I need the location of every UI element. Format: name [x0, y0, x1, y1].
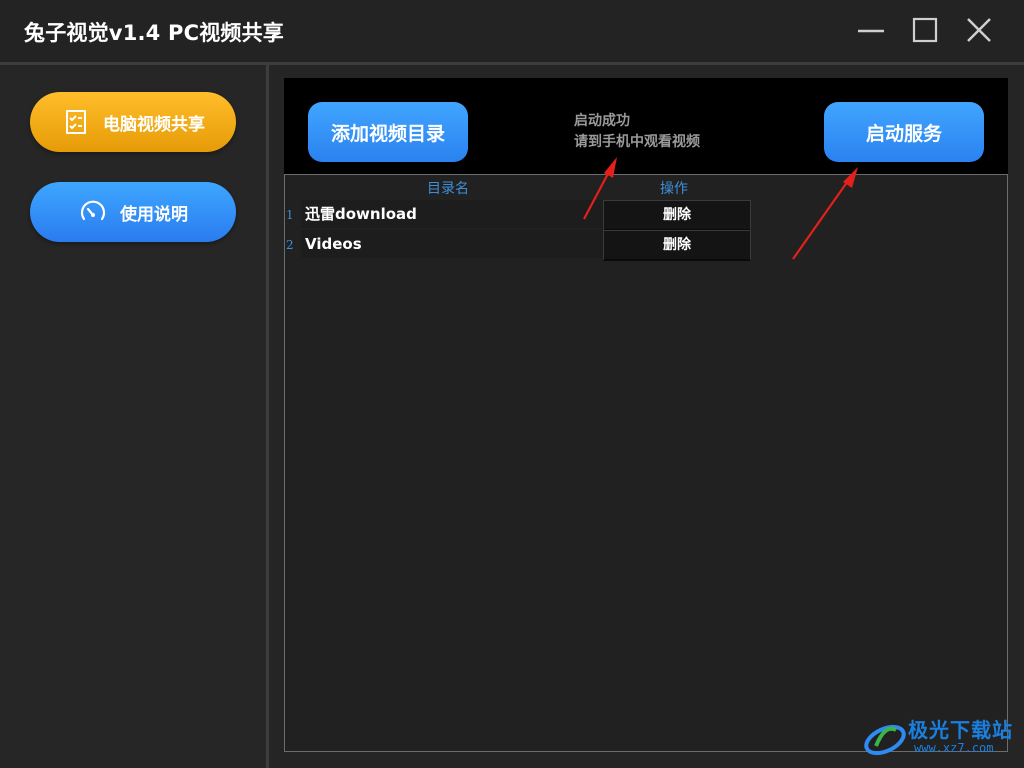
sidebar-item-label: 使用说明	[120, 204, 188, 225]
sidebar-item-instructions[interactable]: 使用说明	[30, 182, 236, 242]
maximize-button[interactable]	[908, 14, 942, 48]
directory-name[interactable]: Videos	[301, 230, 605, 258]
close-button[interactable]	[962, 14, 996, 48]
directory-name[interactable]: 迅雷download	[301, 200, 605, 228]
status-line: 启动成功	[574, 113, 630, 129]
delete-button[interactable]: 删除	[603, 230, 751, 261]
sidebar-item-label: 电脑视频共享	[103, 114, 205, 135]
add-video-directory-button[interactable]: 添加视频目录	[308, 102, 468, 162]
watermark-url: www.xz7.com	[914, 741, 994, 755]
start-service-button[interactable]: 启动服务	[824, 102, 984, 162]
sidebar-item-pc-video-share[interactable]: 电脑视频共享	[30, 92, 236, 152]
close-icon	[967, 18, 991, 42]
title-bar[interactable]: 兔子视觉v1.4 PC视频共享	[0, 0, 1024, 62]
status-line: 请到手机中观看视频	[574, 134, 700, 150]
table-row: 2 Videos 删除	[285, 230, 1007, 261]
checklist-icon	[66, 110, 86, 134]
watermark-text: 极光下载站	[908, 718, 1013, 742]
minimize-button[interactable]	[854, 14, 888, 48]
directory-list: 目录名 操作 1 迅雷download 删除 2 Videos 删除	[284, 174, 1008, 752]
sidebar-divider	[266, 65, 269, 768]
gauge-icon	[80, 200, 106, 221]
window-title: 兔子视觉v1.4 PC视频共享	[24, 21, 285, 45]
column-header-name: 目录名	[427, 181, 469, 197]
watermark-logo-icon	[864, 724, 906, 756]
status-message: 启动成功 请到手机中观看视频	[574, 111, 700, 153]
minimize-icon	[858, 29, 884, 33]
watermark: 极光下载站 www.xz7.com	[862, 714, 1018, 764]
toolbar: 添加视频目录 启动成功 请到手机中观看视频 启动服务	[284, 78, 1008, 174]
delete-button[interactable]: 删除	[603, 200, 751, 231]
table-row: 1 迅雷download 删除	[285, 200, 1007, 231]
app-window: 兔子视觉v1.4 PC视频共享 电脑视频共享 使用说明 添加视频目录 启动成功 …	[0, 0, 1024, 768]
maximize-icon	[912, 17, 938, 43]
sidebar: 电脑视频共享 使用说明	[0, 65, 266, 768]
row-number: 2	[286, 238, 294, 252]
row-number: 1	[286, 208, 294, 222]
column-header-action: 操作	[660, 181, 688, 197]
